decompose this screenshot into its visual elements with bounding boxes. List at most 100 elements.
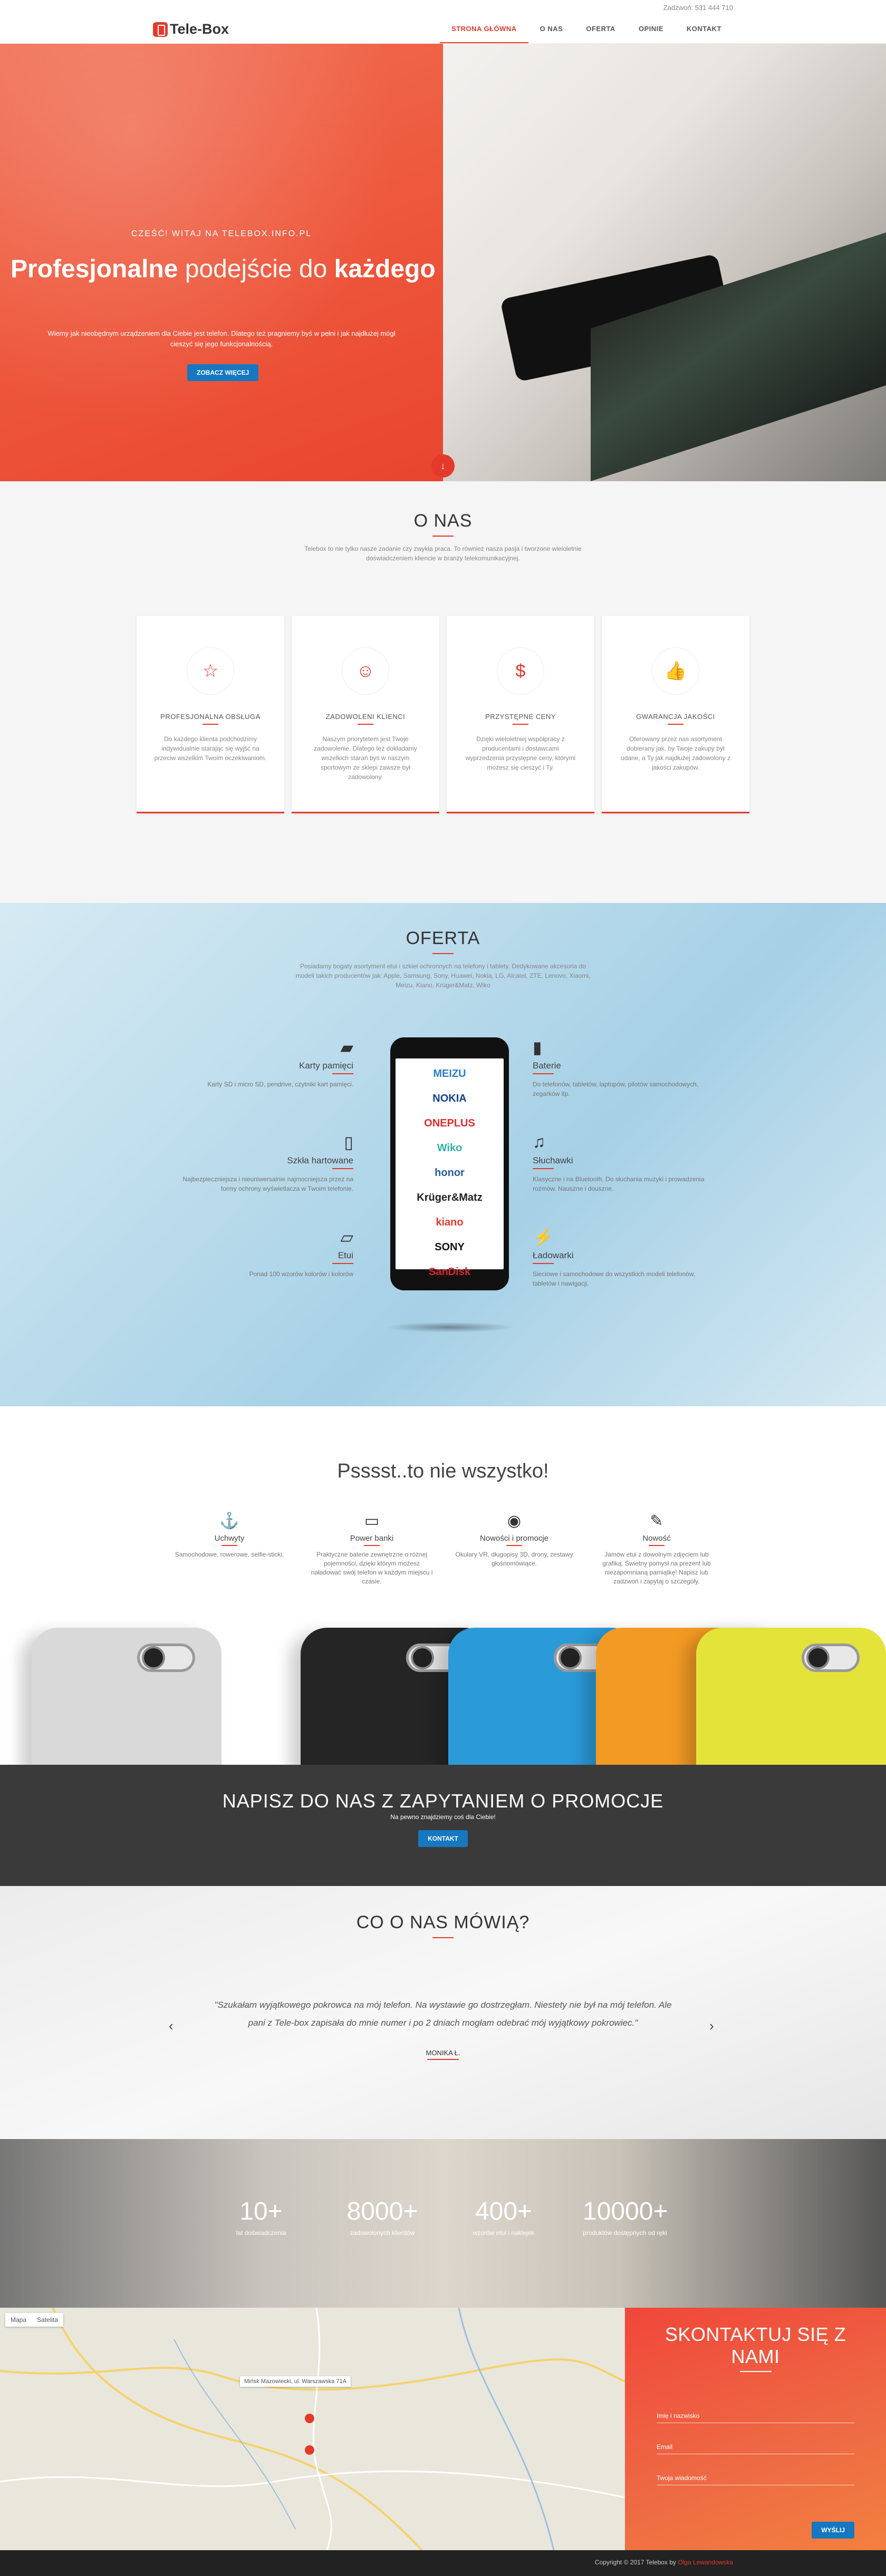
offer-item-title: Baterie xyxy=(533,1061,561,1071)
see-more-button[interactable]: ZOBACZ WIĘCEJ xyxy=(187,364,259,381)
offer-item-right: ⚡ Ładowarki Sieciowe i samochodowe do ws… xyxy=(533,1227,707,1288)
map[interactable]: Mapa Satelita Mińsk Mazowiecki, ul. Wars… xyxy=(0,2308,625,2550)
next-arrow-icon[interactable]: › xyxy=(709,2018,714,2034)
hero-overlay: CZEŚĆ! WITAJ NA TELEBOX.INFO.PL Profesjo… xyxy=(0,44,443,481)
author-link[interactable]: Olga Lewandowska xyxy=(678,2559,733,2566)
logo-icon xyxy=(153,22,168,37)
stat-label: lat doświadczenia xyxy=(236,2229,286,2237)
offer-item-title: Karty pamięci xyxy=(299,1061,353,1071)
stat-label: produktów dostępnych od ręki xyxy=(583,2229,667,2237)
hero-section: CZEŚĆ! WITAJ NA TELEBOX.INFO.PL Profesjo… xyxy=(0,44,886,481)
about-section: O NAS Telebox to nie tylko nasze zadanie… xyxy=(0,481,886,903)
menu-item-home[interactable]: STRONA GŁÓWNA xyxy=(439,15,528,43)
map-tab-map[interactable]: Mapa xyxy=(5,2313,32,2327)
logo-text: Tele-Box xyxy=(170,21,229,37)
main-menu: STRONA GŁÓWNA O NAS OFERTA OPINIE KONTAK… xyxy=(439,15,733,43)
send-button[interactable]: WYŚLIJ xyxy=(812,2522,854,2539)
holder-icon: ⚓ xyxy=(219,1512,239,1530)
thumbs-up-icon: 👍 xyxy=(652,647,699,695)
hero-title: Profesjonalne podejście do każdego xyxy=(11,255,436,283)
brand-logo: Krüger&Matz xyxy=(417,1192,483,1203)
offer-item-left: ▯ Szkła hartowane Najbezpieczniejsza i n… xyxy=(179,1132,353,1193)
menu-item-offer[interactable]: OFERTA xyxy=(574,15,627,43)
title-underline xyxy=(739,2371,772,2372)
promo-title: NAPISZ DO NAS Z ZAPYTANIEM O PROMOCJE xyxy=(222,1790,664,1812)
feature-card-text: Do każdego klienta podchodzimy indywidua… xyxy=(154,735,267,762)
camera-cutout xyxy=(137,1644,195,1672)
phone-glass-icon: ▯ xyxy=(344,1133,353,1152)
phone-cases-image xyxy=(0,1628,886,1765)
offer-title: OFERTA xyxy=(406,928,480,948)
battery-icon: ▮ xyxy=(533,1038,542,1057)
contact-form: SKONTAKTUJ SIĘ Z NAMI Imię i nazwisko Em… xyxy=(625,2308,886,2550)
more-item-text: Jamów etui z dowolnym zdjęciem lub grafi… xyxy=(602,1551,711,1585)
offer-item-text: Do telefonów, tabletów, laptopów, pilotó… xyxy=(533,1081,699,1097)
offer-item-left: ▰ Karty pamięci Karty SD i micro SD, pen… xyxy=(179,1037,353,1089)
title-underline xyxy=(506,1545,522,1546)
contact-button[interactable]: KONTAKT xyxy=(418,1830,468,1847)
title-underline xyxy=(649,1545,664,1546)
footer: Copyright © 2017 Telebox by Olga Lewando… xyxy=(0,2550,886,2576)
more-title: Psssst..to nie wszystko! xyxy=(337,1460,549,1482)
menu-item-reviews[interactable]: OPINIE xyxy=(627,15,675,43)
contact-title: SKONTAKTUJ SIĘ Z NAMI xyxy=(664,2324,846,2367)
stat-value: 10000+ xyxy=(583,2198,668,2225)
novelty-icon: ◉ xyxy=(507,1512,522,1530)
more-item-title: Uchwyty xyxy=(214,1534,245,1543)
menu-item-contact[interactable]: KONTAKT xyxy=(675,15,733,43)
more-item: ✎ Nowość Jamów etui z dowolnym zdjęciem … xyxy=(593,1512,720,1586)
stats-row: 10+ lat doświadczenia 8000+ zadowolonych … xyxy=(0,2197,886,2237)
stat-value: 8000+ xyxy=(346,2198,418,2225)
phone-case xyxy=(32,1628,222,1765)
email-field[interactable]: Email xyxy=(657,2443,854,2454)
title-underline xyxy=(332,1073,353,1074)
promo-subtitle: Na pewno znajdziemy coś dla Ciebie! xyxy=(390,1813,496,1821)
offer-item-right: ♫ Słuchawki Klasyczne i na Bluetooth. Do… xyxy=(533,1132,707,1193)
more-item: ⚓ Uchwyty Samochodowe, rowerowe, selfie-… xyxy=(166,1512,293,1586)
offer-item-title: Ładowarki xyxy=(533,1250,574,1260)
stat-item: 400+ wzorów etui i naklejek xyxy=(461,2197,546,2237)
stat-value: 400+ xyxy=(475,2198,533,2225)
title-underline xyxy=(533,1168,554,1169)
menu-item-about[interactable]: O NAS xyxy=(528,15,575,43)
paperclip-icon: ✎ xyxy=(650,1512,663,1530)
author-underline xyxy=(427,2059,459,2060)
scroll-down-icon[interactable]: ↓ xyxy=(431,454,455,478)
message-field[interactable]: Twoja wiadomość xyxy=(657,2474,854,2485)
about-desc: Telebox to nie tylko nasze zadanie czy z… xyxy=(304,545,582,562)
title-underline xyxy=(533,1263,554,1264)
phone-brands-image: MEIZU NOKIA ONEPLUS Wiko honor Krüger&Matz kia… xyxy=(390,1037,509,1290)
map-type-tabs: Mapa Satelita xyxy=(5,2313,64,2327)
map-roads xyxy=(0,2308,625,2550)
title-underline xyxy=(432,953,454,954)
testimonial-quote: "Szukałam wyjątkowego pokrowca na mój te… xyxy=(214,2000,672,2028)
brand-logo: NOKIA xyxy=(432,1093,467,1104)
phone-text[interactable]: Zadzwoń: 531 444 710 xyxy=(663,4,733,12)
offer-item-text: Ponad 100 wzorów kolorów i kolorów xyxy=(249,1270,353,1278)
offer-item-text: Klasyczne i na Bluetooth. Do słuchania m… xyxy=(533,1175,705,1192)
case-icon: ▱ xyxy=(340,1228,353,1247)
stat-label: zadowolonych klientów xyxy=(350,2229,415,2237)
prev-arrow-icon[interactable]: ‹ xyxy=(169,2018,174,2034)
charger-icon: ⚡ xyxy=(533,1228,554,1247)
more-item-text: Samochodowe, rowerowe, selfie-sticki. xyxy=(175,1551,284,1558)
feature-card-text: Naszym priorytetem jest Twoje zadowoleni… xyxy=(314,735,417,781)
feature-card-title: PRZYSTĘPNE CENY xyxy=(485,713,556,721)
brand-list: MEIZU NOKIA ONEPLUS Wiko honor Krüger&Matz kia… xyxy=(396,1058,504,1278)
testimonials-title: CO O NAS MÓWIĄ? xyxy=(356,1912,530,1932)
map-tab-satellite[interactable]: Satelita xyxy=(32,2313,63,2327)
logo[interactable]: Tele-Box xyxy=(153,21,229,37)
name-field[interactable]: Imię i nazwisko xyxy=(657,2412,854,2423)
offer-desc: Posiadamy bogaty asortyment etui i szkie… xyxy=(295,963,591,989)
brand-logo: ONEPLUS xyxy=(424,1117,475,1129)
offer-item-text: Sieciowe i samochodowe do wszystkich mod… xyxy=(533,1270,696,1287)
brand-logo: honor xyxy=(435,1167,465,1179)
smile-icon: ☺ xyxy=(342,647,389,695)
stat-label: wzorów etui i naklejek xyxy=(473,2229,535,2237)
offer-item-title: Szkła hartowane xyxy=(287,1155,353,1165)
phone-case xyxy=(696,1628,886,1765)
top-bar: Zadzwoń: 531 444 710 xyxy=(0,0,886,15)
title-underline xyxy=(332,1263,353,1264)
title-underline xyxy=(222,1545,237,1546)
testimonials-section: CO O NAS MÓWIĄ? "Szukałam wyjątkowego po… xyxy=(0,1886,886,2139)
